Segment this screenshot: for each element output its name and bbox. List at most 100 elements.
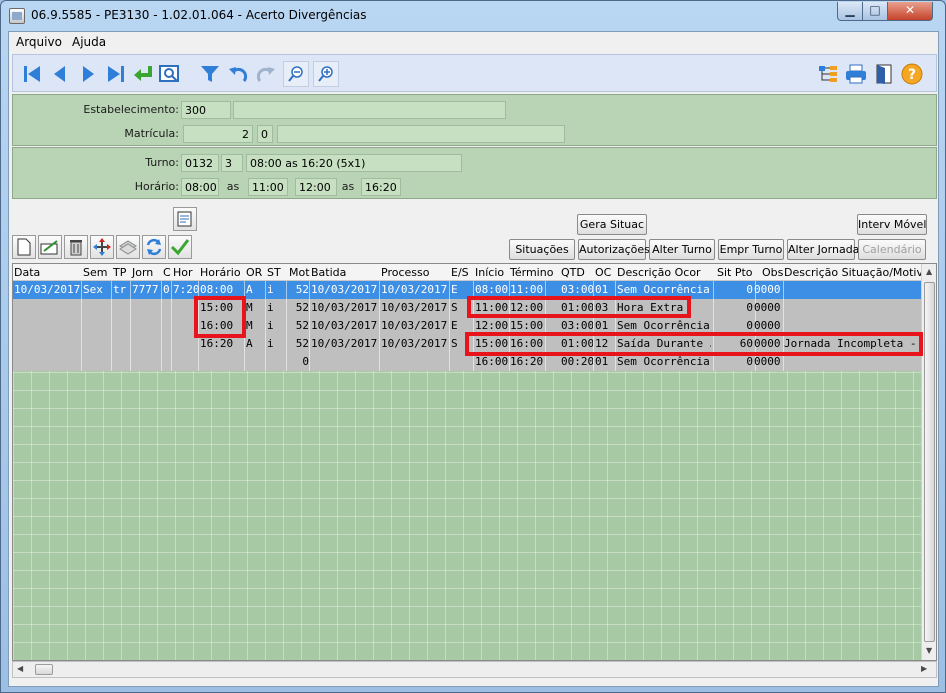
tree-icon[interactable] bbox=[815, 61, 841, 87]
cell-obs: 0000 bbox=[754, 301, 781, 314]
menu-arquivo[interactable]: Arquivo bbox=[16, 35, 62, 49]
alter-turno-button[interactable]: Alter Turno bbox=[649, 239, 715, 260]
divergence-grid[interactable]: Data Sem TP Jorn C Hor Horário OR ST Mot… bbox=[12, 263, 937, 661]
table-row[interactable]: 0 16:00 16:20 00:20 01 Sem Ocorrência 0 0000 bbox=[13, 353, 921, 371]
col-tp[interactable]: TP bbox=[113, 266, 126, 279]
previous-record-icon[interactable] bbox=[47, 61, 73, 87]
interv-movel-button[interactable]: Interv Móvel bbox=[857, 214, 927, 235]
search-icon[interactable] bbox=[157, 61, 183, 87]
col-sem[interactable]: Sem bbox=[83, 266, 107, 279]
stack-icon[interactable] bbox=[116, 235, 140, 259]
scroll-right-arrow-icon[interactable]: ▶ bbox=[921, 664, 927, 673]
scroll-down-arrow-icon[interactable]: ▼ bbox=[926, 646, 932, 655]
col-processo[interactable]: Processo bbox=[381, 266, 429, 279]
next-record-icon[interactable] bbox=[75, 61, 101, 87]
cell-es: S bbox=[451, 337, 458, 350]
vertical-scrollbar[interactable]: ▲ ▼ bbox=[921, 264, 936, 660]
cell-separator bbox=[713, 317, 714, 335]
filter-icon[interactable] bbox=[197, 61, 223, 87]
table-row[interactable]: 10/03/2017 Sex tr 7777 0 7:20 08:00 Ai 52 10/03/2… bbox=[13, 281, 921, 299]
notes-icon[interactable] bbox=[173, 207, 197, 231]
gera-situac-button[interactable]: Gera Situac bbox=[577, 214, 647, 235]
cell-separator bbox=[81, 317, 82, 335]
estabelecimento-field[interactable]: 300 bbox=[181, 101, 231, 119]
menu-ajuda[interactable]: Ajuda bbox=[72, 35, 106, 49]
minimize-button[interactable]: ▁ bbox=[837, 2, 863, 21]
cell-separator bbox=[198, 299, 199, 317]
horizontal-scroll-thumb[interactable] bbox=[35, 664, 53, 675]
cell-desc-ocor: Sem Ocorrência bbox=[617, 355, 710, 368]
col-or[interactable]: OR bbox=[246, 266, 262, 279]
col-batida[interactable]: Batida bbox=[311, 266, 346, 279]
col-oc[interactable]: OC bbox=[595, 266, 611, 279]
cell-qtd: 00:20 bbox=[561, 355, 593, 368]
cell-separator bbox=[309, 299, 310, 317]
help-icon[interactable]: ? bbox=[899, 61, 925, 87]
col-sit-pto[interactable]: Sit Pto bbox=[717, 266, 753, 279]
cell-separator bbox=[545, 299, 546, 317]
confirm-check-icon[interactable] bbox=[168, 235, 192, 259]
col-jorn[interactable]: Jorn bbox=[132, 266, 153, 279]
edit-icon[interactable] bbox=[38, 235, 62, 259]
cell-separator bbox=[449, 317, 450, 335]
cell-sit-pto: 0 bbox=[746, 355, 753, 368]
vertical-scroll-thumb[interactable] bbox=[924, 282, 935, 642]
undo-icon[interactable] bbox=[225, 61, 251, 87]
cell-termino: 12:00 bbox=[510, 301, 544, 314]
empr-turno-button[interactable]: Empr Turno bbox=[718, 239, 784, 260]
last-record-icon[interactable] bbox=[103, 61, 129, 87]
horizontal-scrollbar[interactable]: ◀ ▶ bbox=[12, 661, 937, 678]
col-inicio[interactable]: Início bbox=[475, 266, 504, 279]
exit-door-icon[interactable] bbox=[871, 61, 897, 87]
cell-separator bbox=[593, 299, 594, 317]
autorizacoes-button[interactable]: Autorizações bbox=[578, 239, 650, 260]
maximize-button[interactable]: □ bbox=[862, 2, 888, 21]
alter-jornada-button[interactable]: Alter Jornada bbox=[787, 239, 859, 260]
redo-icon[interactable] bbox=[253, 61, 279, 87]
cell-desc-ocor: Saída Durante Jornada bbox=[617, 337, 711, 350]
cell-separator bbox=[615, 317, 616, 335]
col-desc-ocor[interactable]: Descrição Ocor bbox=[617, 266, 701, 279]
toolbar: ? bbox=[12, 54, 937, 92]
col-st[interactable]: ST bbox=[267, 266, 281, 279]
close-button[interactable]: ✕ bbox=[887, 2, 933, 21]
col-qtd[interactable]: QTD bbox=[561, 266, 585, 279]
title-bar[interactable]: 06.9.5585 - PE3130 - 1.02.01.064 - Acert… bbox=[1, 1, 945, 31]
matricula-field[interactable]: 2 bbox=[183, 125, 253, 143]
turno-code-field[interactable]: 0132 bbox=[181, 154, 219, 172]
col-desc-sit[interactable]: Descrição Situação/Motivo bbox=[784, 266, 930, 279]
table-row[interactable]: 16:20 Ai 52 10/03/2017 10/03/2017 S 15:00 16:00… bbox=[13, 335, 921, 353]
cell-or: M bbox=[246, 319, 253, 332]
col-horario[interactable]: Horário bbox=[200, 266, 241, 279]
zoom-out-icon[interactable] bbox=[283, 61, 309, 87]
horario-4-field: 16:20 bbox=[361, 178, 401, 196]
situacoes-button[interactable]: Situações bbox=[509, 239, 575, 260]
zoom-in-icon[interactable] bbox=[313, 61, 339, 87]
cell-termino: 15:00 bbox=[510, 319, 544, 332]
delete-trash-icon[interactable] bbox=[64, 235, 88, 259]
goto-return-icon[interactable] bbox=[131, 61, 157, 87]
col-hor[interactable]: Hor bbox=[173, 266, 193, 279]
col-termino[interactable]: Término bbox=[510, 266, 553, 279]
col-mot[interactable]: Mot bbox=[289, 266, 310, 279]
cell-separator bbox=[81, 353, 82, 371]
col-es[interactable]: E/S bbox=[451, 266, 469, 279]
scroll-up-arrow-icon[interactable]: ▲ bbox=[926, 267, 932, 276]
cell-separator bbox=[309, 353, 310, 371]
cell-separator bbox=[545, 335, 546, 353]
table-row[interactable]: 16:00 Mi 52 10/03/2017 10/03/2017 E 12:00 15:00… bbox=[13, 317, 921, 335]
cell-separator bbox=[473, 335, 474, 353]
app-icon bbox=[9, 8, 25, 24]
col-c[interactable]: C bbox=[163, 266, 171, 279]
refresh-icon[interactable] bbox=[142, 235, 166, 259]
col-obs[interactable]: Obs bbox=[762, 266, 783, 279]
print-icon[interactable] bbox=[843, 61, 869, 87]
col-data[interactable]: Data bbox=[14, 266, 40, 279]
table-row[interactable]: 15:00 Mi 52 10/03/2017 10/03/2017 S 11:00 12:00… bbox=[13, 299, 921, 317]
scroll-left-arrow-icon[interactable]: ◀ bbox=[17, 664, 23, 673]
move-arrows-icon[interactable] bbox=[90, 235, 114, 259]
cell-desc-ocor: Sem Ocorrência bbox=[617, 283, 710, 296]
cell-processo: 10/03/2017 bbox=[381, 337, 448, 350]
new-document-icon[interactable] bbox=[12, 235, 36, 259]
first-record-icon[interactable] bbox=[19, 61, 45, 87]
